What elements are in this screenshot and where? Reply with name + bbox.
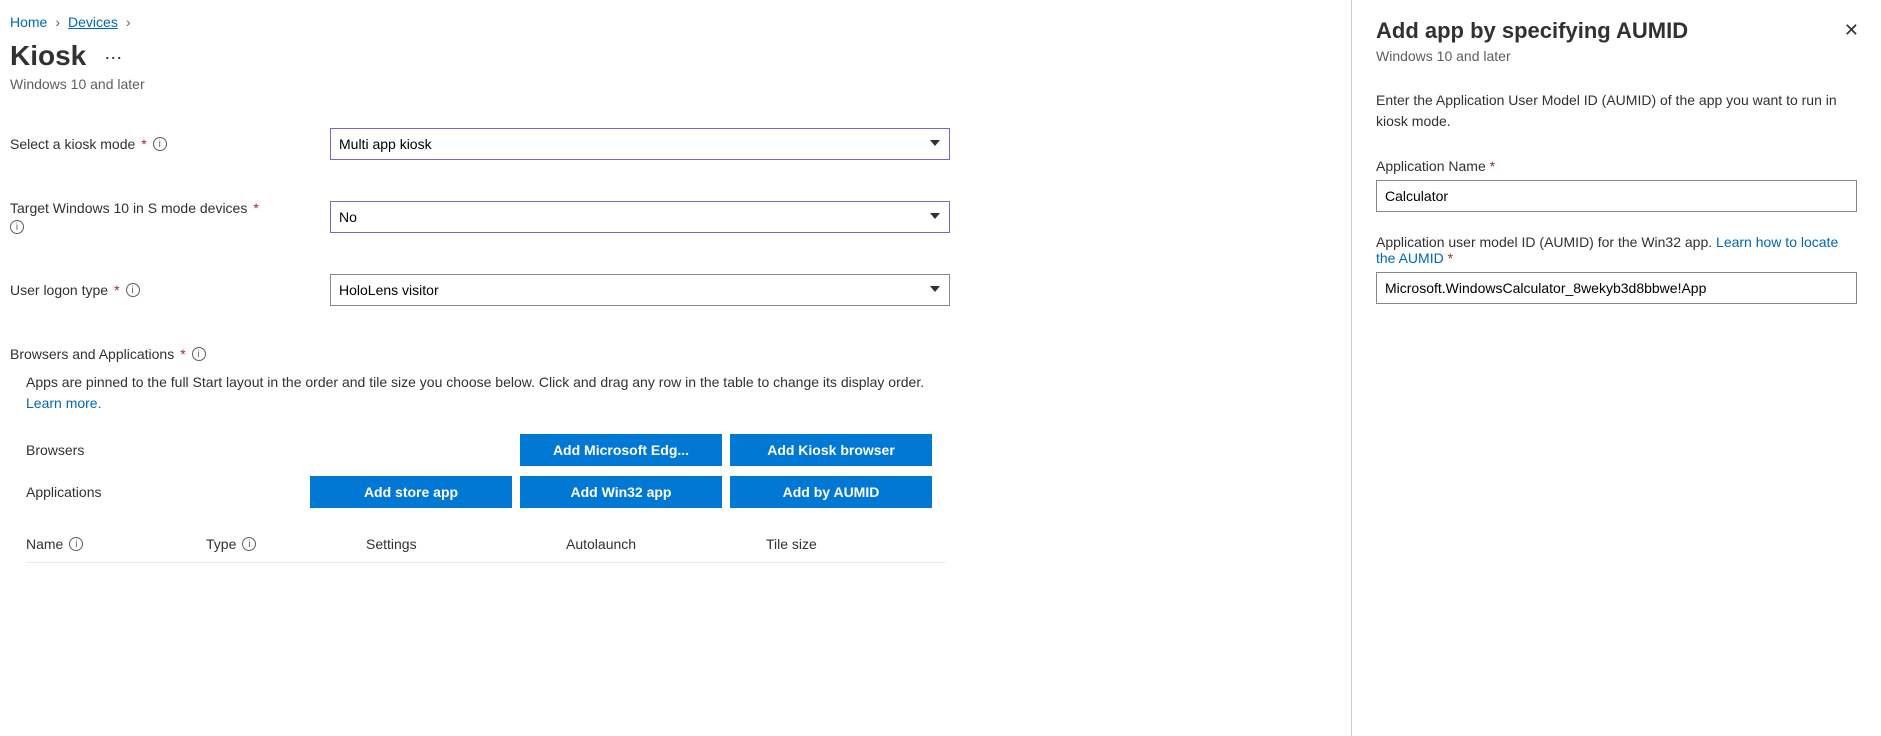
chevron-right-icon: ›	[55, 14, 60, 30]
more-actions-icon[interactable]: ⋯	[100, 48, 126, 69]
add-kiosk-browser-button[interactable]: Add Kiosk browser	[730, 434, 932, 466]
info-icon[interactable]: i	[126, 283, 140, 297]
apps-section-heading: Browsers and Applications* i	[10, 346, 1331, 362]
info-icon[interactable]: i	[69, 537, 83, 551]
page-subtitle: Windows 10 and later	[10, 76, 1331, 92]
panel-subtitle: Windows 10 and later	[1376, 48, 1857, 64]
s-mode-select[interactable]: No	[330, 201, 950, 233]
col-type: Typei	[206, 526, 366, 563]
learn-more-link[interactable]: Learn more.	[26, 395, 101, 411]
add-win32-app-button[interactable]: Add Win32 app	[520, 476, 722, 508]
info-icon[interactable]: i	[192, 347, 206, 361]
panel-title: Add app by specifying AUMID	[1376, 18, 1857, 44]
app-name-input[interactable]	[1376, 180, 1857, 212]
main-content: Home › Devices › Kiosk ⋯ Windows 10 and …	[0, 0, 1351, 736]
browsers-label: Browsers	[26, 442, 310, 458]
close-icon[interactable]: ✕	[1844, 20, 1859, 41]
breadcrumb-home[interactable]: Home	[10, 14, 47, 30]
apps-section-description: Apps are pinned to the full Start layout…	[26, 372, 926, 414]
logon-type-label: User logon type* i	[10, 282, 330, 298]
col-tilesize: Tile size	[766, 526, 946, 563]
chevron-right-icon: ›	[126, 14, 131, 30]
info-icon[interactable]: i	[153, 137, 167, 151]
panel-description: Enter the Application User Model ID (AUM…	[1376, 90, 1857, 132]
aumid-input[interactable]	[1376, 272, 1857, 304]
add-microsoft-edge-button[interactable]: Add Microsoft Edg...	[520, 434, 722, 466]
col-settings: Settings	[366, 526, 566, 563]
page-title: Kiosk	[10, 40, 86, 72]
add-by-aumid-button[interactable]: Add by AUMID	[730, 476, 932, 508]
applications-label: Applications	[26, 484, 310, 500]
breadcrumb-devices[interactable]: Devices	[68, 14, 118, 30]
info-icon[interactable]: i	[10, 220, 24, 234]
kiosk-mode-select[interactable]: Multi app kiosk	[330, 128, 950, 160]
s-mode-label: Target Windows 10 in S mode devices* i	[10, 200, 330, 234]
aumid-label: Application user model ID (AUMID) for th…	[1376, 234, 1857, 266]
side-panel-add-by-aumid: ✕ Add app by specifying AUMID Windows 10…	[1351, 0, 1881, 736]
app-name-label: Application Name *	[1376, 158, 1857, 174]
breadcrumb: Home › Devices ›	[10, 14, 1331, 30]
col-name: Namei	[26, 526, 206, 563]
info-icon[interactable]: i	[242, 537, 256, 551]
logon-type-select[interactable]: HoloLens visitor	[330, 274, 950, 306]
apps-table: Namei Typei Settings Autolaunch Tile siz…	[26, 526, 946, 563]
kiosk-mode-label: Select a kiosk mode* i	[10, 136, 330, 152]
col-autolaunch: Autolaunch	[566, 526, 766, 563]
add-store-app-button[interactable]: Add store app	[310, 476, 512, 508]
